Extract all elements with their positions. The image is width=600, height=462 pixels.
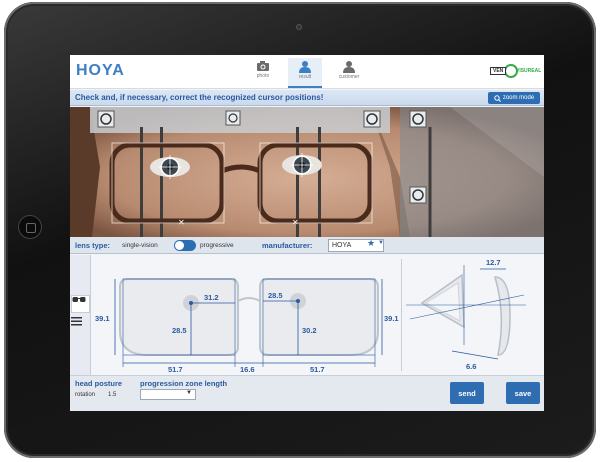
instruction-text: Check and, if necessary, correct the rec…	[75, 93, 324, 102]
lens-type-bar: lens type: single-vision progressive man…	[70, 237, 544, 254]
visureal-text: VISUREAL	[516, 68, 542, 74]
camera-icon	[257, 61, 269, 71]
diagram-bridge	[237, 297, 261, 302]
zoom-mode-button[interactable]: zoom mode	[488, 92, 540, 104]
vertex-distance-value: 12.7	[486, 258, 501, 267]
cross-marker-right: ✕	[178, 218, 185, 227]
person-icon	[299, 61, 311, 73]
instruction-bar: Check and, if necessary, correct the rec…	[70, 90, 544, 106]
visureal-logo: VEN VISUREAL	[490, 64, 542, 78]
person-icon	[343, 61, 355, 73]
cross-marker-left: ✕	[292, 218, 299, 227]
pantoscopic-tilt-value: 6.6	[466, 362, 476, 371]
photo-overlay: ✕ ✕	[70, 107, 544, 237]
bridge-value: 16.6	[240, 365, 255, 374]
lens-diagram: 39.1 31.2 28.5 51.7 16.6 28.5 30.2 51.7 …	[95, 258, 526, 374]
manufacturer-select[interactable]: HOYA	[328, 239, 384, 252]
customer-photo[interactable]: ✕ ✕	[70, 107, 544, 237]
side-view-lens	[494, 276, 511, 356]
right-pd-value: 31.2	[204, 293, 219, 302]
visureal-box-text: VEN	[490, 67, 507, 75]
head-posture-label: head posture	[75, 379, 123, 388]
frame-marker-center	[225, 110, 241, 126]
zoom-mode-label: zoom mode	[502, 95, 535, 101]
tab-customer[interactable]: customer	[332, 58, 366, 88]
panel-divider	[401, 259, 402, 371]
save-button[interactable]: save	[506, 382, 540, 404]
lens-type-toggle[interactable]	[174, 240, 196, 251]
left-pd-value: 28.5	[268, 291, 283, 300]
hoya-logo: HOYA	[76, 62, 125, 79]
left-width-value: 51.7	[310, 365, 325, 374]
progression-zone-label: progression zone length	[140, 379, 228, 388]
right-fitting-height-value: 28.5	[172, 326, 187, 335]
single-vision-option[interactable]: single-vision	[122, 242, 158, 249]
lens-type-label: lens type:	[75, 241, 111, 250]
left-height-value: 39.1	[384, 314, 399, 323]
chevron-down-icon: ▼	[186, 390, 192, 396]
home-button[interactable]	[18, 215, 42, 239]
camera-lens	[296, 24, 302, 30]
rotation-value: 1.5	[108, 392, 117, 398]
app-header: HOYA photo result customer VEN VISUREAL	[70, 55, 544, 89]
magnifier-icon	[494, 94, 501, 102]
tab-photo[interactable]: photo	[246, 58, 280, 88]
measurement-panel: 39.1 31.2 28.5 51.7 16.6 28.5 30.2 51.7 …	[70, 255, 544, 375]
tablet-frame: HOYA photo result customer VEN VISUREAL …	[4, 2, 596, 458]
right-height-value: 39.1	[95, 314, 110, 323]
tab-photo-label: photo	[256, 73, 270, 79]
tab-result-label: result	[298, 74, 312, 80]
send-button[interactable]: send	[450, 382, 484, 404]
right-width-value: 51.7	[168, 365, 183, 374]
left-fitting-height-value: 30.2	[302, 326, 317, 335]
right-lens-shape	[119, 278, 239, 356]
tab-customer-label: customer	[338, 74, 360, 80]
manufacturer-label: manufacturer:	[262, 241, 313, 250]
app-screen: HOYA photo result customer VEN VISUREAL …	[70, 55, 544, 411]
rotation-label: rotation	[75, 392, 96, 398]
favorite-star-icon[interactable]: ★	[367, 238, 375, 249]
bottom-bar: head posture rotation 1.5 progression zo…	[70, 375, 544, 411]
progressive-option[interactable]: progressive	[200, 242, 234, 249]
manufacturer-value: HOYA	[332, 242, 352, 249]
tab-result[interactable]: result	[288, 58, 322, 88]
chevron-down-icon: ▼	[378, 240, 384, 246]
